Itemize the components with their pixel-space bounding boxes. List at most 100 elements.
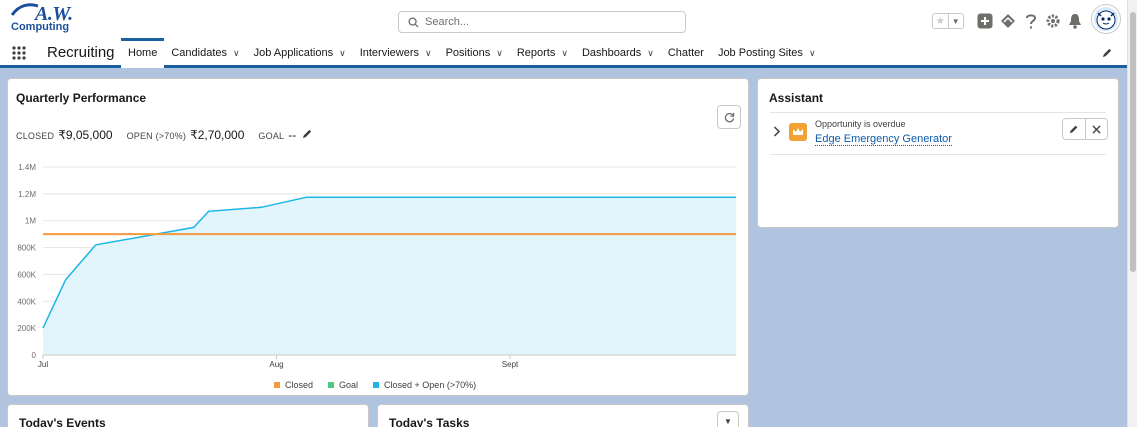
y-tick-label: 1.4M xyxy=(18,163,36,172)
card-title: Quarterly Performance xyxy=(16,91,147,105)
legend-item-closed-open[interactable]: Closed + Open (>70%) xyxy=(373,380,476,390)
chevron-down-icon[interactable]: ∨ xyxy=(233,48,240,59)
nav-item-reports[interactable]: Reports ∨ xyxy=(510,38,575,68)
app-name: Recruiting xyxy=(47,44,115,61)
assistant-item-actions xyxy=(1062,118,1108,140)
nav-item-job-posting-sites[interactable]: Job Posting Sites ∨ xyxy=(711,38,823,68)
gear-icon xyxy=(1046,14,1060,28)
nav-item-label: Dashboards xyxy=(581,47,642,59)
card-title: Today's Events xyxy=(19,416,106,427)
y-tick-label: 1M xyxy=(25,217,36,226)
global-search[interactable] xyxy=(398,11,686,33)
chevron-down-icon[interactable]: ∨ xyxy=(561,48,568,59)
crown-icon xyxy=(793,128,803,135)
nav-item-label: Job Posting Sites xyxy=(717,47,803,59)
chevron-down-icon[interactable]: ∨ xyxy=(339,48,346,59)
y-tick-label: 0 xyxy=(32,351,37,360)
bell-icon xyxy=(1069,14,1081,29)
edit-goal-icon[interactable] xyxy=(302,128,313,139)
edit-nav-button[interactable] xyxy=(1102,47,1113,61)
legend-label: Closed xyxy=(285,380,314,390)
global-actions-button[interactable] xyxy=(976,10,994,32)
pencil-icon xyxy=(1069,125,1078,134)
legend-item-goal[interactable]: Goal xyxy=(328,380,358,390)
nav-items: Home Candidates ∨ Job Applications ∨ Int… xyxy=(121,38,823,68)
nav-item-label: Reports xyxy=(516,47,556,59)
search-icon xyxy=(408,16,419,28)
app-launcher-icon xyxy=(12,46,26,60)
pencil-icon xyxy=(1102,48,1112,58)
help-button[interactable] xyxy=(1022,10,1040,32)
dismiss-button[interactable] xyxy=(1084,119,1108,139)
app-launcher-button[interactable] xyxy=(12,46,26,63)
y-tick-label: 200K xyxy=(17,324,36,333)
chart-legend: Closed Goal Closed + Open (>70%) xyxy=(274,380,491,390)
todays-tasks-card: Today's Tasks ▼ xyxy=(377,404,749,427)
y-tick-label: 1.2M xyxy=(18,190,36,199)
refresh-icon xyxy=(724,112,734,122)
x-tick-label: Jul xyxy=(38,360,48,369)
global-header: A.W. Computing ★ ▼ xyxy=(0,0,1137,38)
help-icon xyxy=(1026,14,1037,29)
trailhead-button[interactable] xyxy=(998,10,1018,32)
card-title: Today's Tasks xyxy=(389,416,470,427)
legend-swatch xyxy=(373,382,380,388)
nav-item-label: Job Applications xyxy=(253,47,334,59)
y-tick-label: 800K xyxy=(17,244,36,253)
chevron-down-icon[interactable]: ∨ xyxy=(496,48,503,59)
search-input[interactable] xyxy=(425,16,665,28)
company-logo[interactable]: A.W. Computing xyxy=(9,3,89,35)
performance-metrics: CLOSED ₹9,05,000 OPEN (>70%) ₹2,70,000 G… xyxy=(16,128,313,142)
open-value: ₹2,70,000 xyxy=(190,128,245,142)
card-title: Assistant xyxy=(769,91,824,105)
nav-item-label: Interviewers xyxy=(359,47,419,59)
nav-item-home[interactable]: Home xyxy=(121,38,165,68)
edit-button[interactable] xyxy=(1063,119,1085,139)
chevron-down-icon: ▼ xyxy=(724,416,732,426)
todays-events-card: Today's Events xyxy=(7,404,369,427)
tasks-menu-button[interactable]: ▼ xyxy=(717,411,739,427)
closed-label: CLOSED xyxy=(16,131,55,141)
nav-item-dashboards[interactable]: Dashboards ∨ xyxy=(575,38,661,68)
page-scrollbar[interactable] xyxy=(1127,0,1137,427)
divider xyxy=(770,112,1106,113)
legend-swatch xyxy=(274,382,280,388)
favorites-dropdown-icon[interactable]: ▼ xyxy=(947,14,964,28)
scrollbar-thumb[interactable] xyxy=(1130,12,1136,272)
legend-label: Goal xyxy=(339,380,359,390)
nav-item-job-applications[interactable]: Job Applications ∨ xyxy=(247,38,353,68)
app-navigation-bar: Recruiting Home Candidates ∨ Job Applica… xyxy=(0,38,1137,68)
assistant-card: Assistant Opportunity is overdue Edge Em… xyxy=(757,78,1119,228)
nav-item-label: Home xyxy=(128,47,158,59)
astro-avatar-icon xyxy=(1096,10,1116,30)
chevron-down-icon[interactable]: ∨ xyxy=(809,48,816,59)
chevron-down-icon[interactable]: ∨ xyxy=(425,48,432,59)
chevron-down-icon[interactable]: ∨ xyxy=(647,48,654,59)
nav-item-positions[interactable]: Positions ∨ xyxy=(439,38,510,68)
open-label: OPEN (>70%) xyxy=(126,131,187,141)
goal-value: -- xyxy=(288,128,297,142)
nav-item-label: Positions xyxy=(445,47,491,59)
refresh-button[interactable] xyxy=(717,105,741,129)
add-icon xyxy=(977,13,993,29)
star-icon[interactable]: ★ xyxy=(933,14,948,28)
setup-button[interactable] xyxy=(1044,10,1062,32)
close-icon xyxy=(1092,124,1101,134)
notifications-button[interactable] xyxy=(1066,10,1084,32)
quarterly-performance-card: Quarterly Performance CLOSED ₹9,05,000 O… xyxy=(7,78,749,396)
nav-item-label: Candidates xyxy=(171,47,227,59)
nav-item-chatter[interactable]: Chatter xyxy=(661,38,711,68)
nav-item-interviewers[interactable]: Interviewers ∨ xyxy=(353,38,439,68)
y-tick-label: 600K xyxy=(17,270,36,279)
legend-item-closed[interactable]: Closed xyxy=(274,380,313,390)
divider xyxy=(770,154,1106,155)
expand-button[interactable] xyxy=(773,126,781,140)
legend-label: Closed + Open (>70%) xyxy=(384,380,477,390)
user-avatar[interactable] xyxy=(1092,5,1120,33)
chevron-right-icon xyxy=(773,126,781,137)
x-tick-label: Aug xyxy=(269,360,283,369)
goal-label: GOAL xyxy=(258,131,285,141)
favorites-group[interactable]: ★ ▼ xyxy=(932,13,964,29)
nav-item-candidates[interactable]: Candidates ∨ xyxy=(164,38,246,68)
assistant-item-link[interactable]: Edge Emergency Generator xyxy=(815,133,952,146)
